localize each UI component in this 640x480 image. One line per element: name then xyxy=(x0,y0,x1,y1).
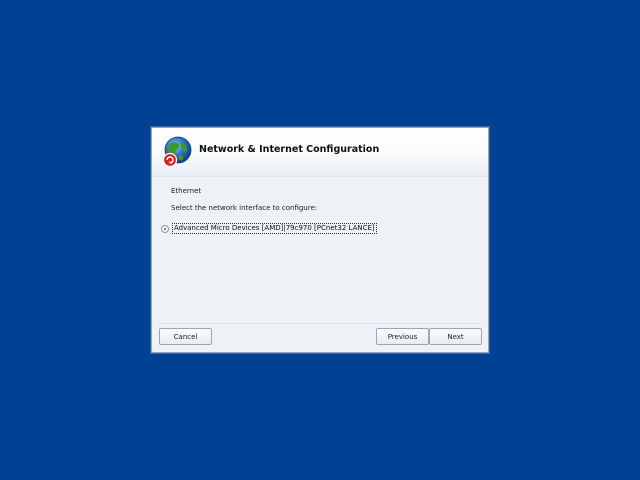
previous-button[interactable]: Previous xyxy=(376,328,429,345)
dialog-banner: Network & Internet Configuration xyxy=(152,128,488,177)
next-button[interactable]: Next xyxy=(429,328,482,345)
interface-radio[interactable] xyxy=(161,224,169,233)
interface-option-label[interactable]: Advanced Micro Devices [AMD]|79c970 [PCn… xyxy=(172,223,377,234)
instruction-text: Select the network interface to configur… xyxy=(171,204,318,212)
network-config-dialog: Network & Internet Configuration Etherne… xyxy=(151,127,489,353)
cancel-button[interactable]: Cancel xyxy=(159,328,212,345)
network-globe-icon xyxy=(162,136,192,168)
interface-option[interactable]: Advanced Micro Devices [AMD]|79c970 [PCn… xyxy=(161,223,377,234)
section-label: Ethernet xyxy=(171,187,202,195)
dialog-title: Network & Internet Configuration xyxy=(199,144,380,155)
button-divider xyxy=(158,323,482,324)
